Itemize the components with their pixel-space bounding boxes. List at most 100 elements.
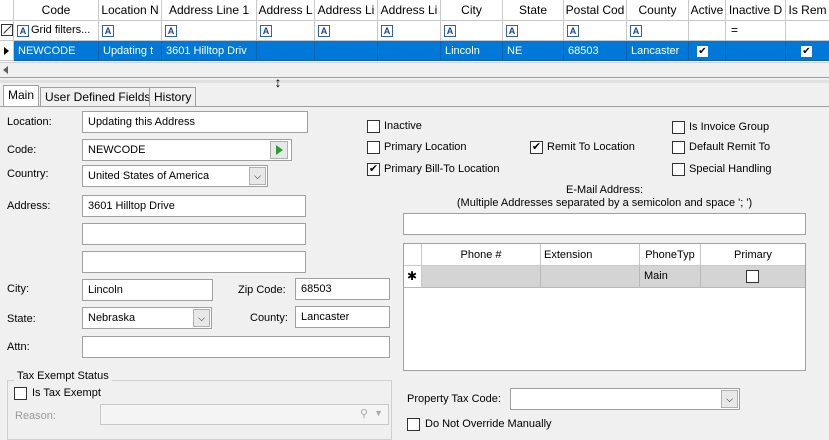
reason-dropdown[interactable]: ⚲ ▼ <box>100 404 389 425</box>
state-dropdown[interactable]: Nebraska ⌵ <box>82 307 212 329</box>
cell-address-line-1[interactable]: 3601 Hilltop Driv <box>162 41 257 61</box>
is-invoice-group-checkbox[interactable] <box>672 121 685 134</box>
filter-location-name[interactable]: A <box>99 21 162 41</box>
code-go-button[interactable] <box>270 141 288 159</box>
cell-active[interactable]: ✔ <box>689 41 726 61</box>
filter-active[interactable] <box>689 21 726 41</box>
county-input[interactable]: Lancaster <box>295 306 390 328</box>
col-header-state[interactable]: State <box>503 0 564 21</box>
splitter[interactable] <box>0 80 829 83</box>
code-input[interactable]: NEWCODE <box>82 139 292 161</box>
filter-operator-icon[interactable]: A <box>165 25 177 37</box>
inactive-checkbox[interactable] <box>367 120 380 133</box>
address-label: Address: <box>7 200 51 212</box>
col-header-county[interactable]: County <box>627 0 689 21</box>
table-row[interactable]: NEWCODE Updating t 3601 Hilltop Driv Lin… <box>0 41 829 61</box>
phone-primary-checkbox[interactable] <box>746 270 759 283</box>
country-dropdown[interactable]: United States of America ⌵ <box>82 165 268 187</box>
col-header-address-line-2[interactable]: Address L <box>257 0 315 21</box>
special-handling-checkbox[interactable] <box>672 163 685 176</box>
primary-billto-checkbox[interactable]: ✔ <box>367 163 380 176</box>
cell-address-line-3[interactable] <box>315 41 378 61</box>
attn-input[interactable] <box>82 336 390 358</box>
col-header-address-line-3[interactable]: Address Li <box>315 0 378 21</box>
filter-operator-icon[interactable]: A <box>102 25 114 37</box>
phone-col-header-number[interactable]: Phone # <box>422 244 541 266</box>
cell-county[interactable]: Lancaster <box>627 41 689 61</box>
phone-new-number-cell[interactable] <box>422 266 541 288</box>
filter-operator-icon[interactable]: A <box>318 25 330 37</box>
address-line-1-input[interactable]: 3601 Hilltop Drive <box>82 195 306 217</box>
remit-to-location-checkbox[interactable]: ✔ <box>530 141 543 154</box>
cell-address-line-4[interactable] <box>378 41 441 61</box>
is-tax-exempt-checkbox[interactable] <box>14 387 27 400</box>
city-input[interactable]: Lincoln <box>82 279 213 301</box>
email-input[interactable] <box>403 213 806 235</box>
cell-postal-code[interactable]: 68503 <box>564 41 627 61</box>
cell-is-remit[interactable]: ✔ <box>786 41 829 61</box>
filter-state[interactable]: A <box>503 21 564 41</box>
col-header-inactive-date[interactable]: Inactive D <box>726 0 786 21</box>
filter-city[interactable]: A <box>441 21 503 41</box>
tab-history[interactable]: History <box>149 87 197 106</box>
filter-address-line-2[interactable]: A <box>257 21 315 41</box>
filter-address-line-1[interactable]: A <box>162 21 257 41</box>
clear-filters-icon[interactable] <box>0 21 14 41</box>
col-header-city[interactable]: City <box>441 0 503 21</box>
chevron-down-icon[interactable]: ⌵ <box>249 167 266 185</box>
phone-new-type-cell[interactable]: Main <box>640 266 701 288</box>
chevron-down-icon[interactable]: ⌵ <box>193 309 210 327</box>
address-line-3-input[interactable] <box>82 251 306 273</box>
row-selector-arrow-icon[interactable] <box>0 41 14 61</box>
phone-col-header-extension[interactable]: Extension <box>541 244 640 266</box>
zip-code-input[interactable]: 68503 <box>295 278 390 300</box>
filter-code[interactable]: A Grid filters... <box>14 21 99 41</box>
tab-main[interactable]: Main <box>3 85 40 106</box>
cell-address-line-2[interactable] <box>257 41 315 61</box>
cell-state[interactable]: NE <box>503 41 564 61</box>
primary-location-label: Primary Location <box>384 141 467 153</box>
primary-location-checkbox[interactable] <box>367 141 380 154</box>
filter-operator-icon[interactable]: A <box>444 25 456 37</box>
location-input[interactable]: Updating this Address <box>82 111 308 133</box>
chevron-down-icon[interactable]: ⌵ <box>721 390 738 408</box>
scroll-left-icon[interactable] <box>3 66 8 74</box>
phone-col-header-type[interactable]: PhoneTyp <box>640 244 701 266</box>
filter-county[interactable]: A <box>627 21 689 41</box>
cell-city[interactable]: Lincoln <box>441 41 503 61</box>
grid-header-row: Code Location N Address Line 1 Address L… <box>0 0 829 21</box>
col-header-address-line-1[interactable]: Address Line 1 <box>162 0 257 21</box>
col-header-code[interactable]: Code <box>14 0 99 21</box>
is-remit-checkbox[interactable]: ✔ <box>801 46 812 57</box>
do-not-override-checkbox[interactable] <box>407 418 420 431</box>
phone-new-extension-cell[interactable] <box>541 266 640 288</box>
filter-operator-icon[interactable]: A <box>506 25 518 37</box>
cell-inactive-date[interactable] <box>726 41 786 61</box>
filter-operator-icon[interactable]: A <box>381 25 393 37</box>
filter-operator-icon[interactable]: A <box>17 25 29 37</box>
default-remit-to-checkbox[interactable] <box>672 141 685 154</box>
tab-user-defined-fields[interactable]: User Defined Fields <box>40 87 156 106</box>
phone-new-primary-cell[interactable] <box>701 266 805 288</box>
col-header-active[interactable]: Active <box>689 0 726 21</box>
col-header-postal-code[interactable]: Postal Cod <box>564 0 627 21</box>
col-header-location-name[interactable]: Location N <box>99 0 162 21</box>
col-header-is-remit[interactable]: Is Rem <box>786 0 829 21</box>
filter-address-line-4[interactable]: A <box>378 21 441 41</box>
filter-operator-icon[interactable]: A <box>567 25 579 37</box>
special-handling-label: Special Handling <box>689 163 772 175</box>
filter-is-remit[interactable] <box>786 21 829 41</box>
filter-address-line-3[interactable]: A <box>315 21 378 41</box>
filter-operator-icon[interactable]: A <box>260 25 272 37</box>
filter-operator-icon[interactable]: A <box>630 25 642 37</box>
property-tax-code-dropdown[interactable]: ⌵ <box>510 388 740 410</box>
cell-location-name[interactable]: Updating t <box>99 41 162 61</box>
address-line-2-input[interactable] <box>82 223 306 245</box>
filter-inactive-date[interactable]: = <box>726 21 786 41</box>
col-header-address-line-4[interactable]: Address Li <box>378 0 441 21</box>
active-checkbox[interactable]: ✔ <box>697 46 708 57</box>
filter-postal-code[interactable]: A <box>564 21 627 41</box>
horizontal-scrollbar[interactable] <box>0 62 829 77</box>
phone-col-header-primary[interactable]: Primary <box>701 244 805 266</box>
cell-code[interactable]: NEWCODE <box>14 41 99 61</box>
